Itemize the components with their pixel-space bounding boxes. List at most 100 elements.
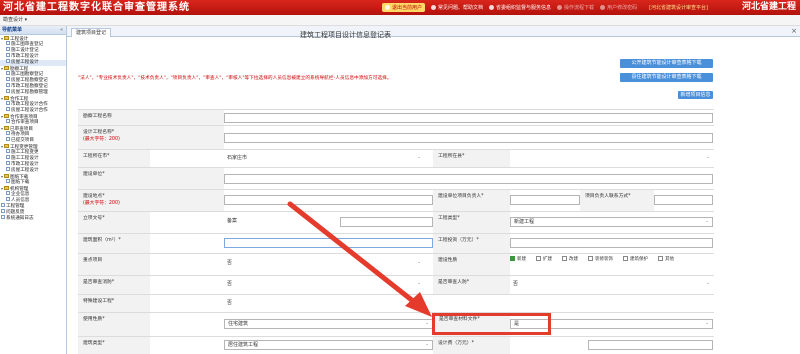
file-icon [6, 71, 10, 75]
chevron-down-icon: ⌄ [417, 260, 421, 265]
file-icon [6, 83, 10, 87]
review-req-select[interactable]: 否 ⌄ [224, 280, 424, 290]
sidebar-item-label: 房屋工程设计合作 [11, 108, 48, 113]
sidebar-item-label: 人员信息 [11, 198, 30, 203]
chevron-down-icon: ⌄ [425, 321, 429, 326]
nature-option[interactable]: 新建 [510, 256, 526, 264]
sidebar-item-label: 企业信息 [11, 192, 30, 197]
project-type-select[interactable]: 新建工程 ⌄ [510, 217, 713, 227]
form-title: 建筑工程项目设计信息登记表 [300, 31, 391, 39]
label-design-name: 设计工程名称* (最大字符：200) [78, 126, 224, 149]
nav-logout-label: 退出当前用户 [392, 5, 423, 11]
label-use-nature: 使用性质* [78, 313, 150, 336]
approval-no-value: 备案 [227, 218, 238, 224]
use-nature-select[interactable]: 住宅建筑 ⌄ [224, 319, 433, 329]
file-icon [6, 41, 10, 45]
design-name-input[interactable] [224, 133, 713, 143]
sidebar-item-label: 施工工程变更 [11, 150, 39, 155]
area-input[interactable] [224, 238, 433, 248]
file-icon [1, 215, 5, 219]
nature-option[interactable]: 建筑保护 [623, 256, 648, 264]
checkbox-icon[interactable] [588, 256, 593, 261]
form-note: "法人"，"专业技术负责人"，"技术负责人"，"项目负责人"，"审查人"，"审核… [78, 76, 392, 81]
approval-no-input[interactable] [340, 217, 433, 227]
collapse-icon[interactable]: « [60, 26, 63, 35]
chevron-down-icon: ⌄ [425, 342, 429, 347]
checkbox-icon[interactable] [562, 256, 567, 261]
file-icon [6, 149, 10, 153]
sidebar-item-label: 工程管理 [6, 204, 25, 209]
city-value: 石家庄市 [227, 155, 248, 161]
city-select[interactable]: 石家庄市 ⌄ [224, 154, 424, 164]
county-select[interactable]: ⌄ [510, 154, 713, 164]
sidebar-tree: ▾ 工程设计 施工图审查登记 施工设计登记 市政工程设计 房屋工程设计 ▾ 勘察工程 施工图勘察… [0, 35, 66, 222]
row-unit: 建设单位* [78, 167, 714, 189]
nav-logout[interactable]: 退出当前用户 [382, 3, 426, 12]
user-menu[interactable]: 勘查设计 ▾ [3, 16, 27, 25]
row-review: 是否审查消防* 否 ⌄ 是否审查人防* 否 ⌄ [78, 275, 714, 294]
close-icon[interactable]: × [791, 27, 797, 36]
sidebar-item-label: 问题反馈 [6, 210, 25, 215]
nav-password-label: 用户修改密码 [607, 5, 638, 11]
chevron-down-icon: ⌄ [417, 281, 421, 286]
builder-person-input[interactable] [510, 195, 580, 205]
file-icon [6, 161, 10, 165]
checkbox-icon[interactable] [510, 256, 515, 261]
chevron-down-icon: ⌄ [705, 321, 709, 326]
design-fee-input[interactable] [588, 340, 713, 350]
label-address: 建设地点* (最大字符：200) [78, 190, 224, 211]
sidebar-item-label: 施工设计登记 [11, 48, 39, 53]
label-review-req: 是否审查消防* [78, 276, 150, 294]
address-label: 建设地点* [83, 194, 105, 199]
chevron-down-icon: ⌄ [705, 219, 709, 224]
tab-project-register[interactable]: 建筑项目登记 [71, 28, 112, 37]
sidebar-item-label: 房屋工程勘察登记 [11, 78, 48, 83]
download-public-button[interactable]: 公开建筑节能设计审查表格下载 [620, 59, 713, 68]
nature-option-label: 其他 [665, 257, 674, 262]
nature-option-label: 建筑保护 [630, 257, 648, 262]
sidebar-item-label: 市政工程设计 [11, 54, 39, 59]
sidebar-item[interactable]: 系统通知日志 [0, 215, 66, 222]
nature-option[interactable]: 其他 [658, 256, 674, 264]
nature-option[interactable]: 改建 [562, 256, 578, 264]
file-icon [1, 203, 5, 207]
nature-option[interactable]: 扩建 [536, 256, 552, 264]
top-nav: 退出当前用户 常见问题、帮助文档 省委组织监督与服务信息 操作流程下载 用户修改… [382, 2, 708, 13]
address-input[interactable] [224, 195, 433, 205]
nature-option-label: 改建 [569, 257, 578, 262]
review-person-select[interactable]: 否 ⌄ [510, 280, 713, 290]
row-use-nature: 使用性质* 住宅建筑 ⌄ 是否审查材料文件* 是 ⌄ [78, 312, 714, 336]
nav-password[interactable]: 用户修改密码 [600, 4, 637, 11]
sidebar-item-label: 市政工程勘察登记 [11, 84, 48, 89]
investment-input[interactable] [510, 238, 713, 248]
key-project-value: 否 [227, 260, 233, 266]
checkbox-icon[interactable] [536, 256, 541, 261]
download-county-button[interactable]: 县住建筑节能设计审查表格下载 [620, 73, 713, 82]
file-icon [6, 101, 10, 105]
nav-download[interactable]: 操作流程下载 [557, 4, 594, 11]
file-icon [6, 167, 10, 171]
use-nature-value: 住宅建筑 [228, 321, 249, 327]
key-project-select[interactable]: 否 ⌄ [224, 259, 424, 269]
nav-faq[interactable]: 常见问题、帮助文档 [431, 4, 483, 11]
file-icon [6, 77, 10, 81]
nature-option-label: 新建 [517, 257, 526, 262]
building-type-select[interactable]: 居住建筑工程 ⌄ [224, 340, 433, 350]
label-key-project: 重点项目 [78, 254, 150, 275]
unit-input[interactable] [224, 174, 713, 184]
person-contact-input[interactable] [654, 195, 713, 205]
sidebar-item-label: 待办项目 [11, 132, 30, 137]
chevron-down-icon: ⌄ [417, 155, 421, 160]
nature-option[interactable]: 装修装饰 [588, 256, 613, 264]
checkbox-icon[interactable] [623, 256, 628, 261]
top-banner: 河北省建工程数字化联合审查管理系统 退出当前用户 常见问题、帮助文档 省委组织监… [0, 0, 800, 15]
label-area: 建筑面积（m²）* [78, 234, 150, 253]
help-icon [431, 5, 437, 10]
nav-supervision[interactable]: 省委组织监督与服务信息 [489, 4, 551, 11]
file-icon [6, 89, 10, 93]
sidebar-item-label: 合作审查项目 [11, 120, 39, 125]
survey-name-input[interactable] [224, 113, 713, 123]
checkbox-icon[interactable] [658, 256, 663, 261]
add-project-button[interactable]: 新增项目信息 [678, 91, 713, 99]
row-approval: 立项文号* 备案 工程类型* 新建工程 ⌄ [78, 211, 714, 233]
